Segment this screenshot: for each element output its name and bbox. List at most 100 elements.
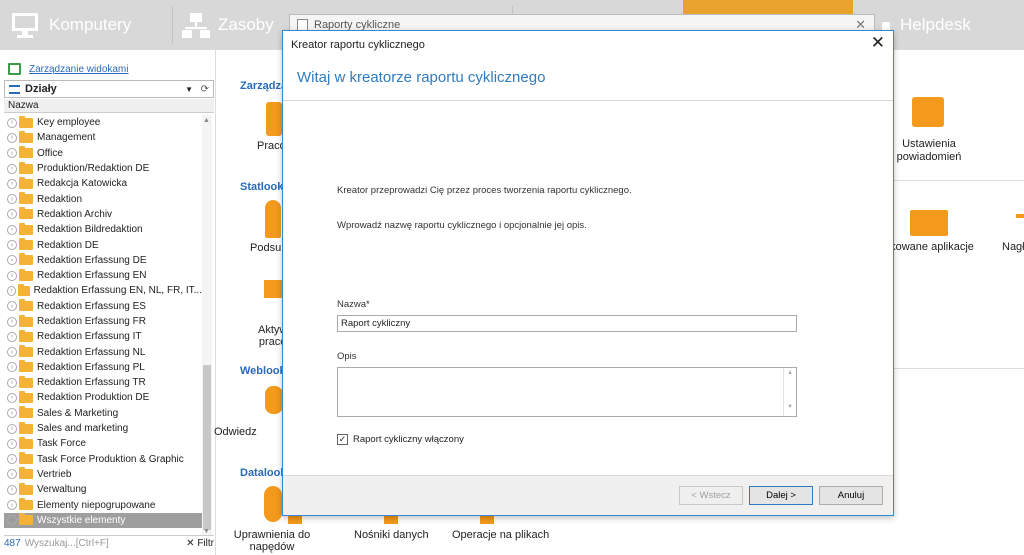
expand-icon[interactable]: › (7, 316, 17, 327)
tree-item[interactable]: › Sales and marketing (4, 421, 202, 436)
expand-icon[interactable]: › (7, 285, 16, 296)
tree-item[interactable]: › Redakcja Katowicka (4, 176, 202, 191)
tree-item[interactable]: › Verwaltung (4, 482, 202, 497)
expand-icon[interactable]: › (7, 469, 17, 480)
expand-icon[interactable]: › (7, 255, 17, 266)
expand-icon[interactable]: › (7, 224, 17, 235)
expand-icon[interactable]: › (7, 301, 17, 312)
expand-icon[interactable]: › (7, 270, 17, 281)
expand-icon[interactable]: › (7, 132, 17, 143)
expand-icon[interactable]: › (7, 515, 17, 526)
tree-item[interactable]: › Sales & Marketing (4, 406, 202, 421)
expand-icon[interactable]: › (7, 454, 17, 465)
tree-item[interactable]: › Redaktion DE (4, 237, 202, 252)
tile-uprawnienia-line2: napędów (249, 541, 295, 553)
expand-icon[interactable]: › (7, 408, 17, 419)
tree-item[interactable]: › Redaktion Erfassung DE (4, 253, 202, 268)
expand-icon[interactable]: › (7, 209, 17, 220)
expand-icon[interactable]: › (7, 392, 17, 403)
tree-scrollbar[interactable]: ▲ ▼ (202, 115, 212, 535)
report-name-input[interactable] (337, 315, 797, 332)
summary-icon (265, 200, 281, 238)
tree-item[interactable]: › Redaktion Erfassung EN (4, 268, 202, 283)
search-input[interactable]: Wyszukaj...[Ctrl+F] (25, 538, 186, 549)
tree-item[interactable]: › Task Force Produktion & Graphic (4, 452, 202, 467)
monitor-icon (10, 11, 40, 39)
scroll-down-icon[interactable]: ▼ (203, 528, 210, 535)
enabled-checkbox[interactable]: ✓ (337, 434, 348, 445)
tree-item[interactable]: › Redaktion Erfassung PL (4, 360, 202, 375)
close-icon[interactable]: ✕ (871, 33, 885, 53)
tile-naglowek[interactable]: Nagł (1002, 241, 1024, 253)
tree-item[interactable]: › Redaktion Erfassung TR (4, 375, 202, 390)
tree-item-label: Key employee (37, 117, 101, 129)
tree-item[interactable]: › Produktion/Redaktion DE (4, 161, 202, 176)
tile-odwiedzone[interactable]: Odwiedz (214, 426, 257, 438)
tree-item[interactable]: › Redaktion Erfassung EN, NL, FR, IT... (4, 283, 202, 298)
expand-icon[interactable]: › (7, 484, 17, 495)
refresh-icon[interactable]: ⟳ (201, 84, 209, 95)
tree-item[interactable]: › Redaktion Bildredaktion (4, 222, 202, 237)
wizard-instruction-text: Wprowadź nazwę raportu cyklicznego i opc… (337, 220, 587, 231)
expand-icon[interactable]: › (7, 117, 17, 128)
expand-icon[interactable]: › (7, 163, 17, 174)
expand-icon[interactable]: › (7, 331, 17, 342)
tree-item[interactable]: › Vertrieb (4, 467, 202, 482)
group-by-dropdown[interactable]: Działy ▼ ⟳ (4, 80, 214, 98)
expand-icon[interactable]: › (7, 500, 17, 511)
tab-komputery[interactable]: Komputery (10, 0, 131, 50)
tree-item-label: Sales & Marketing (37, 407, 119, 419)
expand-icon[interactable]: › (7, 148, 17, 159)
check-plus-icon (264, 486, 282, 522)
dialog-title: Kreator raportu cyklicznego (291, 39, 425, 51)
tree-item[interactable]: › Office (4, 146, 202, 161)
tree-item[interactable]: › Redaktion Erfassung ES (4, 299, 202, 314)
tree-item[interactable]: › Redaktion Erfassung NL (4, 344, 202, 359)
description-scrollbar[interactable]: ▲ ▼ (783, 368, 796, 416)
expand-icon[interactable]: › (7, 438, 17, 449)
enabled-checkbox-label[interactable]: Raport cykliczny włączony (353, 434, 464, 445)
chevron-down-icon[interactable]: ▼ (185, 85, 193, 94)
tile-ustawienia[interactable]: Ustawienia powiadomień (894, 138, 964, 164)
tile-nosniki[interactable]: Nośniki danych (354, 529, 429, 541)
back-button[interactable]: < Wstecz (679, 486, 743, 505)
tree-item-label: Task Force (37, 438, 86, 450)
tree-item[interactable]: › Elementy niepogrupowane (4, 497, 202, 512)
expand-icon[interactable]: › (7, 240, 17, 251)
tree-item[interactable]: › Redaktion Produktion DE (4, 390, 202, 405)
report-description-input[interactable] (337, 367, 797, 417)
filter-button[interactable]: ✕ Filtr (186, 538, 214, 549)
tree-item[interactable]: › Redaktion Archiv (4, 207, 202, 222)
tree-item[interactable]: › Task Force (4, 436, 202, 451)
tile-uprawnienia[interactable]: Uprawnienia do napędów (232, 529, 312, 553)
expand-icon[interactable]: › (7, 347, 17, 358)
tree-item-label: Redaktion Erfassung ES (37, 300, 146, 312)
scrollbar-thumb[interactable] (203, 365, 211, 530)
tile-operacje[interactable]: Operacje na plikach (452, 529, 549, 541)
manage-views-link[interactable]: Zarządzanie widokami (29, 64, 129, 75)
folder-icon (19, 268, 33, 281)
folder-icon (19, 436, 33, 449)
tree-item[interactable]: › Management (4, 130, 202, 145)
scroll-down-icon[interactable]: ▼ (784, 404, 796, 410)
cancel-button[interactable]: Anuluj (819, 486, 883, 505)
scroll-up-icon[interactable]: ▲ (203, 117, 210, 124)
expand-icon[interactable]: › (7, 377, 17, 388)
enabled-checkbox-row[interactable]: ✓ Raport cykliczny włączony (337, 434, 464, 445)
tree-item-label: Redakcja Katowicka (37, 178, 128, 190)
tree-item[interactable]: › Redaktion (4, 191, 202, 206)
expand-icon[interactable]: › (7, 423, 17, 434)
expand-icon[interactable]: › (7, 194, 17, 205)
column-header-name[interactable]: Nazwa (4, 99, 214, 113)
tab-zasoby[interactable]: Zasoby (182, 0, 274, 50)
tile-blokowane[interactable]: okowane aplikacje (884, 241, 974, 253)
tree-item[interactable]: › Redaktion Erfassung IT (4, 329, 202, 344)
next-button[interactable]: Dalej > (749, 486, 813, 505)
tree-item[interactable]: › Wszystkie elementy (4, 512, 202, 529)
tab-zasoby-label: Zasoby (218, 15, 274, 34)
tree-item[interactable]: › Redaktion Erfassung FR (4, 314, 202, 329)
scroll-up-icon[interactable]: ▲ (784, 370, 796, 376)
tree-item[interactable]: › Key employee (4, 115, 202, 130)
expand-icon[interactable]: › (7, 362, 17, 373)
expand-icon[interactable]: › (7, 178, 17, 189)
